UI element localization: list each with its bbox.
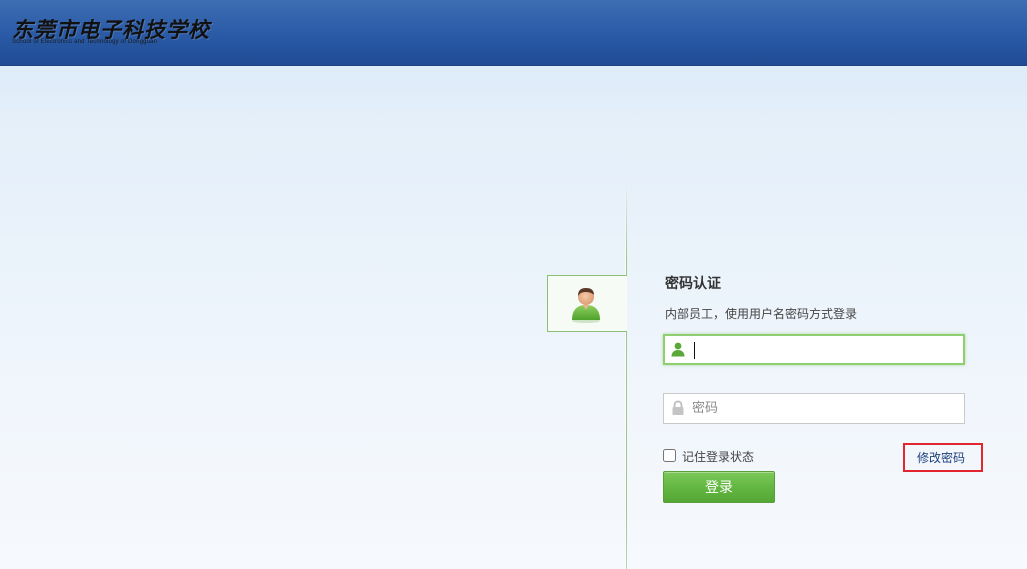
text-caret: [694, 342, 695, 359]
avatar-tab: [547, 275, 627, 332]
vertical-divider: [626, 185, 627, 569]
remember-label: 记住登录状态: [682, 450, 755, 464]
form-subtitle: 内部员工，使用用户名密码方式登录: [665, 307, 858, 321]
login-button[interactable]: 登录: [663, 471, 775, 503]
username-field[interactable]: [663, 334, 965, 365]
username-input[interactable]: [692, 336, 960, 363]
remember-checkbox[interactable]: [663, 449, 676, 462]
change-password-link[interactable]: 修改密码: [917, 449, 965, 466]
password-input[interactable]: [692, 394, 960, 423]
header-bar: 东莞市电子科技学校 School of Electronics and Tech…: [0, 0, 1027, 66]
password-field[interactable]: [663, 393, 965, 424]
lock-icon: [672, 400, 684, 415]
user-icon: [671, 342, 685, 357]
logo-subtitle: School of Electronics and Technology of …: [12, 39, 158, 45]
form-title: 密码认证: [665, 276, 721, 292]
change-password-highlight: 修改密码: [903, 443, 983, 472]
school-logo: 东莞市电子科技学校 School of Electronics and Tech…: [12, 14, 209, 48]
user-avatar-icon: [572, 288, 600, 323]
